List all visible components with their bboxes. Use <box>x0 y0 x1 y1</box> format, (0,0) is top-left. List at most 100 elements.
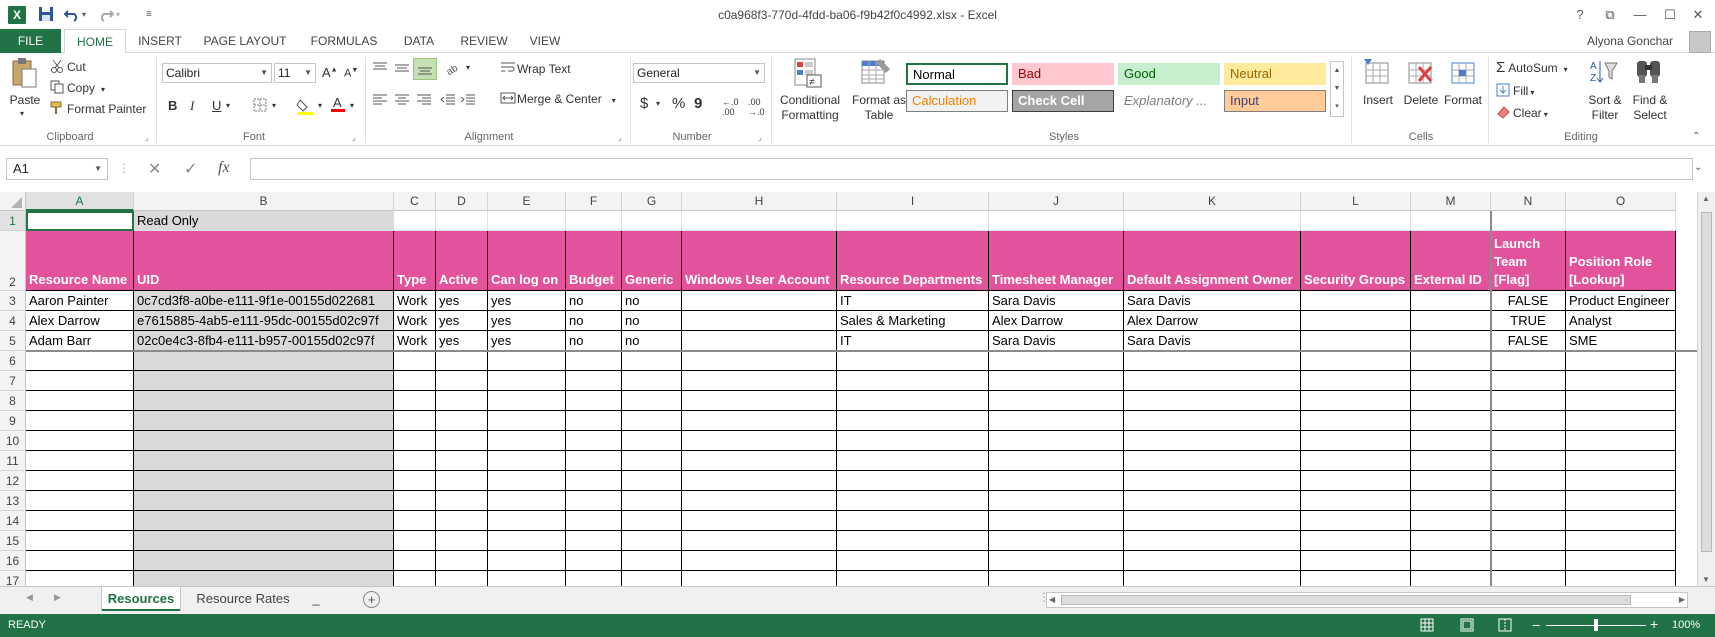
user-name[interactable]: Alyona Gonchar <box>1587 34 1673 48</box>
grid-cell[interactable] <box>682 211 837 231</box>
data-cell[interactable]: TRUE <box>1491 311 1566 331</box>
font-size-dropdown-icon[interactable]: ▼ <box>304 64 312 82</box>
read-only-label-cell[interactable]: Read Only <box>134 211 394 231</box>
grid-cell[interactable] <box>1124 391 1301 411</box>
grid-cell[interactable] <box>1301 491 1411 511</box>
grid-cell[interactable] <box>622 411 682 431</box>
row-header[interactable]: 15 <box>0 531 26 551</box>
grid-cell[interactable] <box>1566 371 1676 391</box>
grid-cell[interactable] <box>837 391 989 411</box>
grid-cell[interactable] <box>394 371 436 391</box>
align-left-icon[interactable] <box>372 93 388 110</box>
autosum-dropdown-icon[interactable]: ▾ <box>1564 65 1568 74</box>
delete-cells-button[interactable]: Delete <box>1400 93 1442 108</box>
grid-cell[interactable] <box>1301 531 1411 551</box>
grid-cell[interactable] <box>566 471 622 491</box>
increase-indent-icon[interactable] <box>460 93 476 110</box>
grid-cell[interactable] <box>1124 371 1301 391</box>
increase-decimal-icon[interactable]: ←.0.00 <box>722 97 739 117</box>
data-cell[interactable]: Analyst <box>1566 311 1676 331</box>
grid-cell[interactable] <box>622 551 682 571</box>
grid-cell[interactable] <box>1566 491 1676 511</box>
find-select-icon[interactable] <box>1634 57 1664 87</box>
style-input[interactable]: Input <box>1224 90 1326 112</box>
grid-cell[interactable] <box>566 211 622 231</box>
formula-input[interactable] <box>250 158 1693 180</box>
column-title-cell[interactable]: Active <box>436 231 488 291</box>
data-cell[interactable]: 02c0e4c3-8fb4-e111-b957-00155d02c97f <box>134 331 394 351</box>
fill-button[interactable]: Fill ▾ <box>1496 83 1534 98</box>
grid-cell[interactable] <box>1566 391 1676 411</box>
format-as-table-button[interactable]: Format as Table <box>852 93 906 123</box>
grid-cell[interactable] <box>488 351 566 371</box>
column-header[interactable]: L <box>1301 192 1411 211</box>
grid-cell[interactable] <box>989 451 1124 471</box>
grid-cell[interactable] <box>1301 371 1411 391</box>
horizontal-scroll-thumb[interactable] <box>1061 595 1631 605</box>
grid-cell[interactable] <box>1566 531 1676 551</box>
insert-cells-icon[interactable] <box>1362 57 1392 87</box>
grid-cell[interactable] <box>1411 571 1491 586</box>
data-cell[interactable]: yes <box>436 311 488 331</box>
grid-cell[interactable] <box>989 571 1124 586</box>
column-header[interactable]: E <box>488 192 566 211</box>
grid-cell[interactable] <box>394 471 436 491</box>
data-cell[interactable] <box>682 311 837 331</box>
grid-cell[interactable] <box>566 371 622 391</box>
column-header[interactable]: O <box>1566 192 1676 211</box>
grid-cell[interactable] <box>436 431 488 451</box>
orientation-icon[interactable]: ab <box>445 61 462 78</box>
row-header[interactable]: 7 <box>0 371 26 391</box>
grid-cell[interactable] <box>488 551 566 571</box>
data-cell[interactable]: FALSE <box>1491 291 1566 311</box>
data-cell[interactable]: Alex Darrow <box>989 311 1124 331</box>
grid-cell[interactable] <box>622 571 682 586</box>
expand-formula-bar-icon[interactable]: ⌄ <box>1694 162 1702 173</box>
grid-cell[interactable] <box>436 411 488 431</box>
zoom-slider-handle[interactable] <box>1594 619 1598 631</box>
style-normal[interactable]: Normal <box>906 63 1008 85</box>
number-launcher-icon[interactable]: ⌟ <box>758 133 762 142</box>
grid-cell[interactable] <box>622 491 682 511</box>
grid-cell[interactable] <box>488 471 566 491</box>
row-header[interactable]: 10 <box>0 431 26 451</box>
column-header[interactable]: J <box>989 192 1124 211</box>
grid-cell[interactable] <box>1301 391 1411 411</box>
grid-cell[interactable] <box>837 411 989 431</box>
copy-dropdown-icon[interactable]: ▾ <box>101 85 105 94</box>
grid-cell[interactable] <box>26 391 134 411</box>
grid-cell[interactable] <box>566 431 622 451</box>
row-header[interactable]: 16 <box>0 551 26 571</box>
data-cell[interactable]: Sara Davis <box>1124 291 1301 311</box>
borders-dropdown-icon[interactable]: ▾ <box>272 101 276 110</box>
font-launcher-icon[interactable]: ⌟ <box>352 133 356 142</box>
enter-formula-icon[interactable]: ✓ <box>184 159 197 179</box>
grid-cell[interactable] <box>989 371 1124 391</box>
data-cell[interactable]: Sara Davis <box>989 291 1124 311</box>
grid-cell[interactable] <box>134 531 394 551</box>
grid-cell[interactable] <box>488 511 566 531</box>
grid-cell[interactable] <box>26 411 134 431</box>
grid-cell[interactable] <box>989 551 1124 571</box>
grid-cell[interactable] <box>134 451 394 471</box>
column-header[interactable]: M <box>1411 192 1491 211</box>
grid-cell[interactable] <box>488 391 566 411</box>
grid-cell[interactable] <box>436 471 488 491</box>
column-title-cell[interactable]: Launch Team [Flag] <box>1491 231 1566 291</box>
grid-cell[interactable] <box>1124 451 1301 471</box>
grid-cell[interactable] <box>566 451 622 471</box>
tab-data[interactable]: DATA <box>396 29 442 53</box>
clear-dropdown-icon[interactable]: ▾ <box>1544 110 1548 119</box>
column-header[interactable]: H <box>682 192 837 211</box>
grid-cell[interactable] <box>1566 411 1676 431</box>
data-cell[interactable]: e7615885-4ab5-e111-95dc-00155d02c97f <box>134 311 394 331</box>
grid-cell[interactable] <box>134 431 394 451</box>
grid-cell[interactable] <box>1301 451 1411 471</box>
align-top-icon[interactable] <box>372 61 388 78</box>
data-cell[interactable]: IT <box>837 291 989 311</box>
grid-cell[interactable] <box>837 211 989 231</box>
grid-cell[interactable] <box>26 551 134 571</box>
grid-cell[interactable] <box>436 511 488 531</box>
grid-cell[interactable] <box>394 391 436 411</box>
number-format-box[interactable]: General ▼ <box>633 63 765 83</box>
